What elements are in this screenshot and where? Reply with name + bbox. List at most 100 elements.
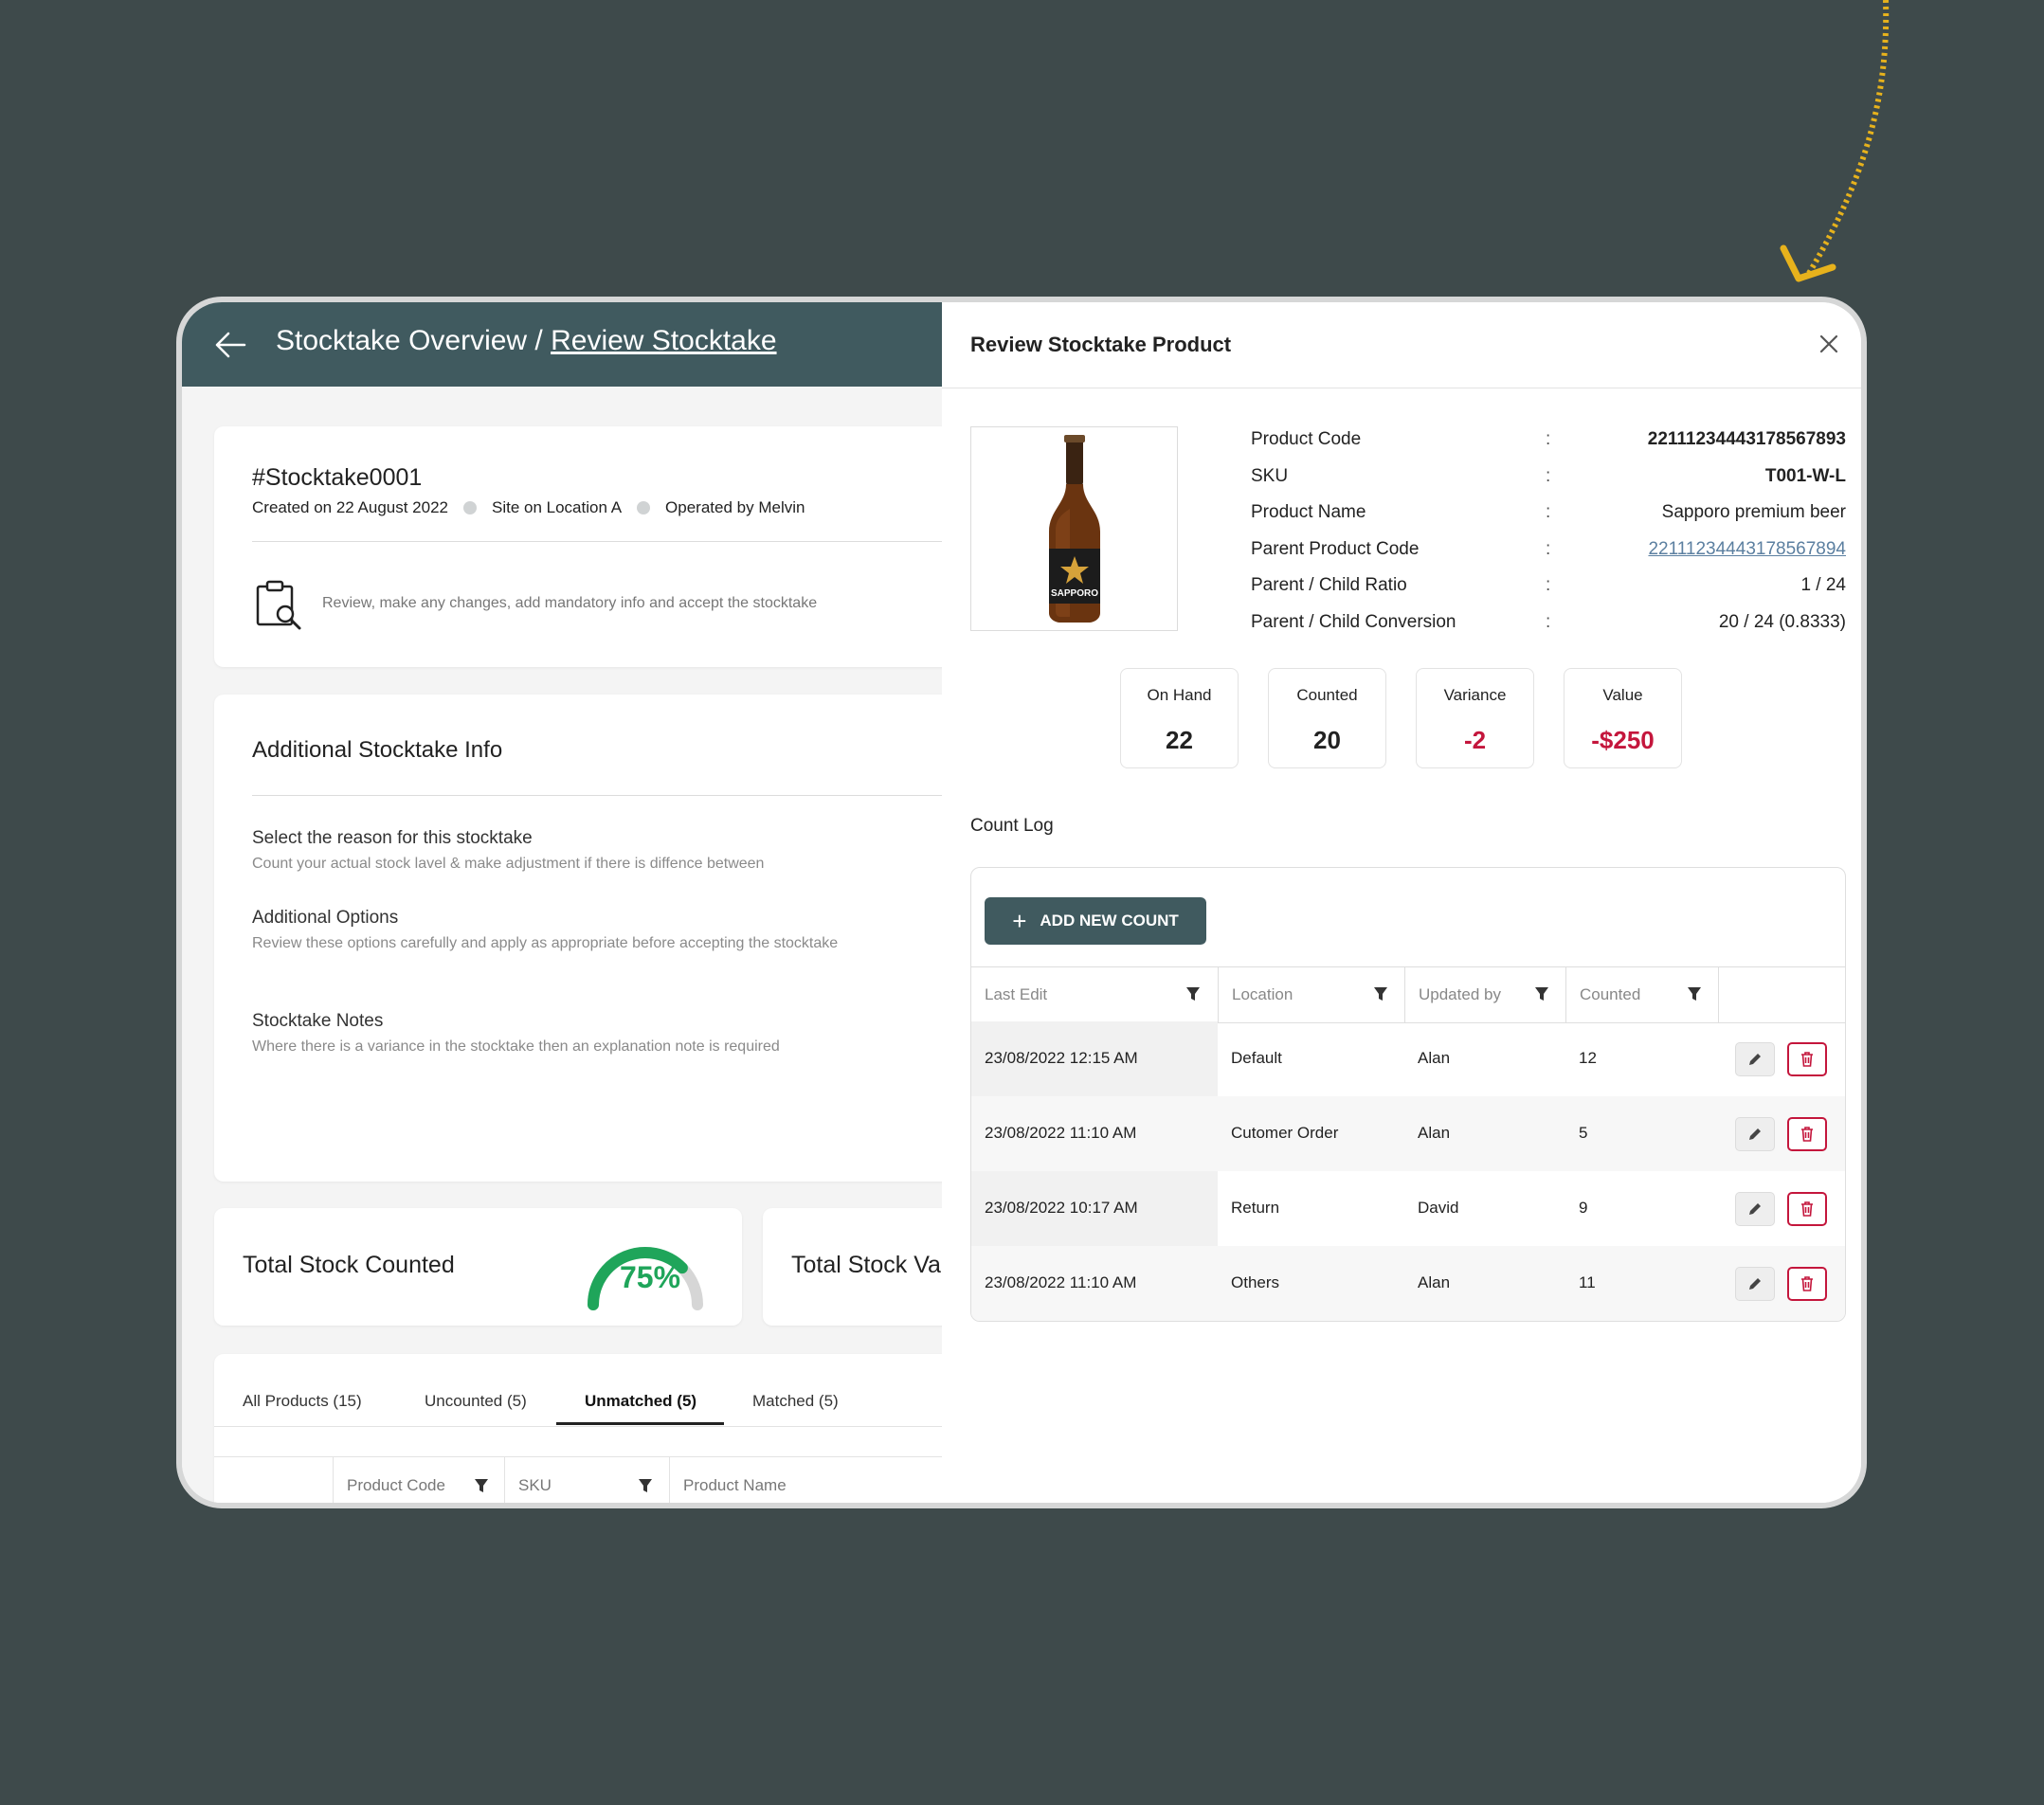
- info-colon: :: [1546, 429, 1551, 449]
- breadcrumb-current[interactable]: Review Stocktake: [551, 325, 776, 356]
- reason-description: Count your actual stock lavel & make adj…: [252, 856, 765, 872]
- reason-title[interactable]: Select the reason for this stocktake: [252, 828, 533, 849]
- column-label: Location: [1232, 985, 1293, 1003]
- filter-icon[interactable]: [1534, 986, 1549, 1002]
- column-product-name: Product Name: [669, 1457, 964, 1503]
- gauge-percent-text: 75%: [620, 1260, 680, 1294]
- breadcrumb-root[interactable]: Stocktake Overview /: [276, 325, 551, 356]
- column-label: Counted: [1580, 985, 1641, 1003]
- stat-counted: Counted 20: [1268, 668, 1386, 768]
- filter-icon[interactable]: [638, 1478, 653, 1493]
- edit-button[interactable]: [1735, 1042, 1775, 1076]
- filter-icon[interactable]: [1687, 986, 1702, 1002]
- notes-title[interactable]: Stocktake Notes: [252, 1011, 383, 1032]
- delete-button[interactable]: [1787, 1267, 1827, 1301]
- divider: [252, 795, 963, 796]
- notes-description: Where there is a variance in the stockta…: [252, 1038, 780, 1055]
- info-row-parent-child-ratio: Parent / Child Ratio : 1 / 24: [1251, 569, 1846, 606]
- info-label: Parent / Child Ratio: [1251, 575, 1407, 595]
- close-icon[interactable]: [1818, 334, 1839, 354]
- cell-location: Return: [1231, 1199, 1280, 1217]
- info-colon: :: [1546, 611, 1551, 632]
- cell-counted: 9: [1579, 1199, 1588, 1217]
- tab-matched[interactable]: Matched (5): [752, 1392, 839, 1411]
- info-value: 1 / 24: [1800, 575, 1846, 595]
- back-arrow-icon[interactable]: [214, 331, 246, 359]
- tab-uncounted[interactable]: Uncounted (5): [425, 1392, 527, 1411]
- column-label: Product Name: [683, 1476, 787, 1494]
- cell-last-edit: 23/08/2022 11:10 AM: [985, 1273, 1137, 1291]
- product-tabs: All Products (15) Uncounted (5) Unmatche…: [214, 1354, 963, 1427]
- cell-last-edit: 23/08/2022 12:15 AM: [985, 1049, 1138, 1067]
- filter-icon[interactable]: [1373, 986, 1388, 1002]
- cell-updated-by: David: [1418, 1199, 1459, 1217]
- add-new-count-label: ADD NEW COUNT: [1040, 912, 1179, 930]
- cell-counted: 5: [1579, 1124, 1588, 1142]
- total-stock-counted-label: Total Stock Counted: [243, 1252, 455, 1278]
- stat-variance: Variance -2: [1416, 668, 1534, 768]
- drawer-title: Review Stocktake Product: [970, 333, 1232, 356]
- delete-button[interactable]: [1787, 1117, 1827, 1151]
- products-table-header: Product Code SKU Product Name: [214, 1456, 964, 1503]
- operator: Operated by Melvin: [665, 498, 805, 516]
- info-label: Parent Product Code: [1251, 538, 1420, 559]
- edit-button[interactable]: [1735, 1192, 1775, 1226]
- stat-label: Counted: [1296, 686, 1358, 704]
- cell-last-edit: 23/08/2022 11:10 AM: [985, 1124, 1137, 1142]
- additional-info-card: Additional Stocktake Info Select the rea…: [214, 695, 963, 1182]
- pencil-icon: [1749, 1278, 1761, 1290]
- parent-product-code-link[interactable]: 22111234443178567894: [1648, 539, 1846, 560]
- info-value: T001-W-L: [1764, 465, 1846, 486]
- tab-unmatched[interactable]: Unmatched (5): [585, 1392, 696, 1411]
- filter-icon[interactable]: [474, 1478, 489, 1493]
- info-value: Sapporo premium beer: [1661, 502, 1846, 522]
- cell-counted: 11: [1579, 1273, 1596, 1291]
- column-label: Product Code: [347, 1476, 445, 1494]
- breadcrumb: Stocktake Overview / Review Stocktake: [276, 325, 777, 357]
- info-colon: :: [1546, 538, 1551, 559]
- count-log-table: + ADD NEW COUNT Last Edit Location Updat…: [970, 867, 1846, 1322]
- pencil-icon: [1749, 1128, 1761, 1140]
- edit-button[interactable]: [1735, 1267, 1775, 1301]
- cell-location: Default: [1231, 1049, 1282, 1067]
- site-location: Site on Location A: [492, 498, 623, 516]
- info-value: 20 / 24 (0.8333): [1718, 611, 1846, 632]
- column-label: SKU: [518, 1476, 552, 1494]
- stat-label: On Hand: [1147, 686, 1212, 704]
- add-new-count-button[interactable]: + ADD NEW COUNT: [985, 897, 1206, 945]
- top-header-bar: Stocktake Overview / Review Stocktake: [182, 302, 942, 387]
- stocktake-review-page: Stocktake Overview / Review Stocktake #S…: [182, 302, 1047, 1503]
- info-row-product-code: Product Code : 22111234443178567893: [1251, 424, 1846, 460]
- stocktake-summary-card: #Stocktake0001 Created on 22 August 2022…: [214, 426, 963, 667]
- count-log-header: Last Edit Location Updated by Counted: [971, 966, 1845, 1023]
- options-title[interactable]: Additional Options: [252, 908, 398, 929]
- divider: [252, 541, 963, 542]
- delete-button[interactable]: [1787, 1192, 1827, 1226]
- filter-icon[interactable]: [1185, 986, 1201, 1002]
- cell-location: Cutomer Order: [1231, 1124, 1339, 1142]
- stat-label: Variance: [1443, 686, 1507, 704]
- trash-icon: [1801, 1127, 1813, 1142]
- stat-value-total: Value -$250: [1564, 668, 1682, 768]
- cell-counted: 12: [1579, 1049, 1597, 1067]
- column-counted: Counted: [1565, 967, 1719, 1022]
- table-row: 23/08/2022 10:17 AM Return David 9: [971, 1171, 1845, 1246]
- trash-icon: [1801, 1201, 1813, 1217]
- info-colon: :: [1546, 502, 1551, 522]
- tab-all-products[interactable]: All Products (15): [243, 1392, 362, 1411]
- info-label: SKU: [1251, 465, 1289, 486]
- column-sku: SKU: [504, 1457, 670, 1503]
- active-tab-indicator: [556, 1422, 724, 1425]
- meta-separator-dot: [463, 501, 477, 514]
- total-stock-counted-card: Total Stock Counted 75%: [214, 1208, 742, 1326]
- info-label: Product Code: [1251, 429, 1362, 449]
- column-actions: [1718, 967, 1845, 1022]
- info-label: Product Name: [1251, 502, 1366, 522]
- trash-icon: [1801, 1276, 1813, 1291]
- pencil-icon: [1749, 1203, 1761, 1215]
- total-stock-value-label: Total Stock Va: [791, 1252, 941, 1278]
- progress-gauge: 75%: [588, 1247, 703, 1310]
- delete-button[interactable]: [1787, 1042, 1827, 1076]
- info-row-product-name: Product Name : Sapporo premium beer: [1251, 496, 1846, 533]
- edit-button[interactable]: [1735, 1117, 1775, 1151]
